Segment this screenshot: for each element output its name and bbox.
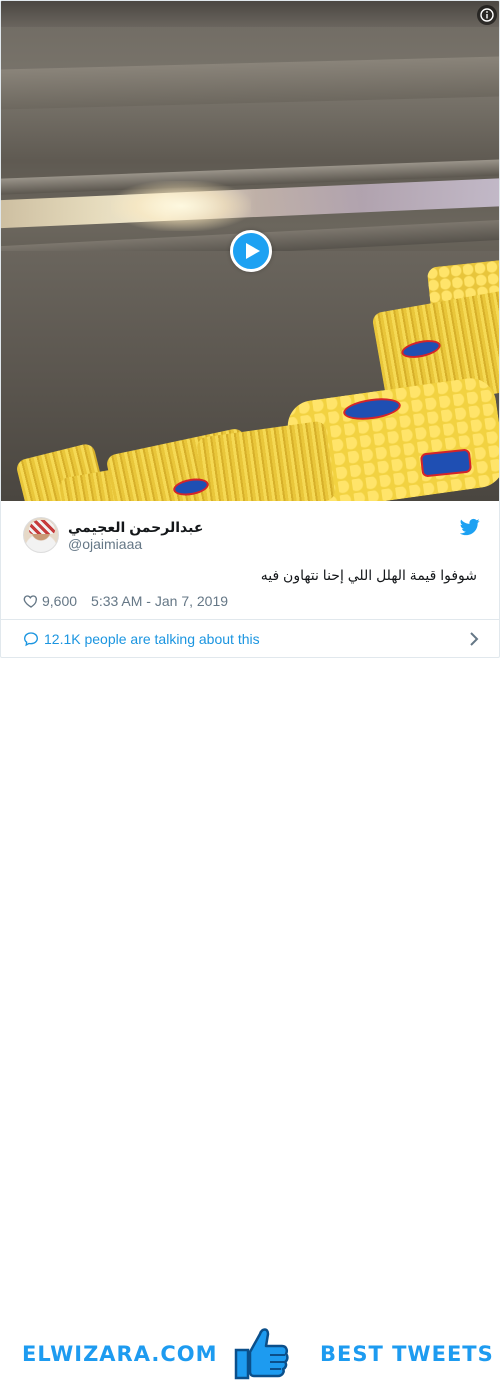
like-button[interactable]: 9,600 <box>23 593 77 609</box>
heart-icon <box>23 595 38 608</box>
avatar[interactable] <box>23 517 59 553</box>
site-logo-text[interactable]: ELWIZARA.COM <box>22 1342 218 1366</box>
tweet-meta: 9,600 5:33 AM - Jan 7, 2019 <box>23 592 228 610</box>
play-icon <box>245 243 260 259</box>
twitter-bird-icon[interactable] <box>460 517 480 537</box>
thumbs-up-icon <box>234 1328 289 1380</box>
conversation-text: 12.1K people are talking about this <box>44 631 260 647</box>
video-frame-shelf-band <box>1 56 499 110</box>
like-count: 9,600 <box>42 593 78 609</box>
video-frame-light-glow <box>111 181 251 231</box>
play-button[interactable] <box>230 230 272 272</box>
tweet-card: عبدالرحمن العجيمي @ojaimiaaa شوفوا قيمة … <box>0 0 500 658</box>
footer-banner: ELWIZARA.COM BEST TWEETS <box>0 660 500 1380</box>
author-name[interactable]: عبدالرحمن العجيمي <box>68 519 203 536</box>
tweet-timestamp[interactable]: 5:33 AM - Jan 7, 2019 <box>91 593 228 609</box>
conversation-link[interactable]: 12.1K people are talking about this <box>1 620 499 657</box>
video-frame-shelf-top <box>1 1 499 27</box>
tagline-text: BEST TWEETS <box>320 1342 494 1366</box>
info-icon <box>480 8 494 22</box>
author-handle[interactable]: @ojaimiaaa <box>68 536 142 552</box>
tweet-video[interactable] <box>1 1 499 501</box>
tweet-text: شوفوا قيمة الهلل اللي إحنا نتهاون فيه <box>260 567 477 583</box>
comment-bubble-icon <box>23 632 39 647</box>
chevron-right-icon <box>470 632 479 646</box>
avatar-headdress <box>29 520 55 534</box>
info-button[interactable] <box>477 5 497 25</box>
